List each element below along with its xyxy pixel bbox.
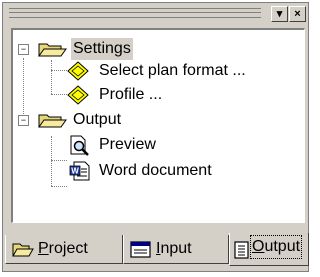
- diamond-icon: [67, 85, 89, 105]
- collapse-icon[interactable]: −: [18, 44, 29, 55]
- collapse-icon[interactable]: −: [18, 115, 29, 126]
- tab-label: Output: [250, 235, 303, 259]
- tree-node-label: Select plan format ...: [99, 62, 246, 79]
- word-document-icon: W: [69, 161, 90, 181]
- tree-node-label: Settings: [71, 38, 133, 60]
- tree-node-select-plan-format[interactable]: Select plan format ...: [13, 60, 293, 82]
- tree-connector: [51, 186, 67, 187]
- tree-node-label: Preview: [99, 136, 156, 153]
- close-icon: ×: [294, 8, 301, 20]
- tab-input[interactable]: Input: [123, 235, 229, 264]
- panel-titlebar: ▾ ×: [3, 3, 308, 25]
- tree-node-label: Profile ...: [99, 86, 163, 103]
- tree-node-profile[interactable]: Profile ...: [13, 84, 293, 106]
- tab-output[interactable]: Output: [229, 233, 309, 266]
- diamond-icon: [67, 61, 89, 81]
- print-preview-icon: [70, 135, 89, 156]
- svg-text:W: W: [71, 167, 79, 176]
- titlebar-grip[interactable]: [9, 8, 261, 18]
- tab-project[interactable]: Project: [5, 235, 123, 264]
- tab-label: Input: [156, 240, 192, 257]
- input-form-icon: [130, 241, 151, 258]
- tree-node-settings[interactable]: − Settings: [13, 38, 293, 60]
- side-panel: ▾ × − Settings Select plan format ... Pr…: [2, 2, 309, 272]
- panel-menu-button[interactable]: ▾: [271, 6, 288, 22]
- tree-node-word-document[interactable]: W Word document: [13, 160, 293, 182]
- chevron-down-icon: ▾: [276, 8, 283, 20]
- panel-close-button[interactable]: ×: [289, 6, 306, 22]
- tree-node-label: Word document: [99, 162, 212, 179]
- tab-label: Project: [38, 240, 88, 257]
- folder-open-icon: [38, 114, 67, 128]
- panel-tabs: Project Input Output: [5, 233, 309, 267]
- tree-node-label: Output: [73, 111, 122, 128]
- tree-node-output[interactable]: − Output: [13, 109, 293, 131]
- navigation-tree: − Settings Select plan format ... Profil…: [11, 28, 305, 223]
- folder-open-icon: [12, 243, 34, 257]
- document-list-icon: [234, 241, 249, 259]
- tree-node-preview[interactable]: Preview: [13, 134, 293, 156]
- folder-open-icon: [38, 43, 67, 57]
